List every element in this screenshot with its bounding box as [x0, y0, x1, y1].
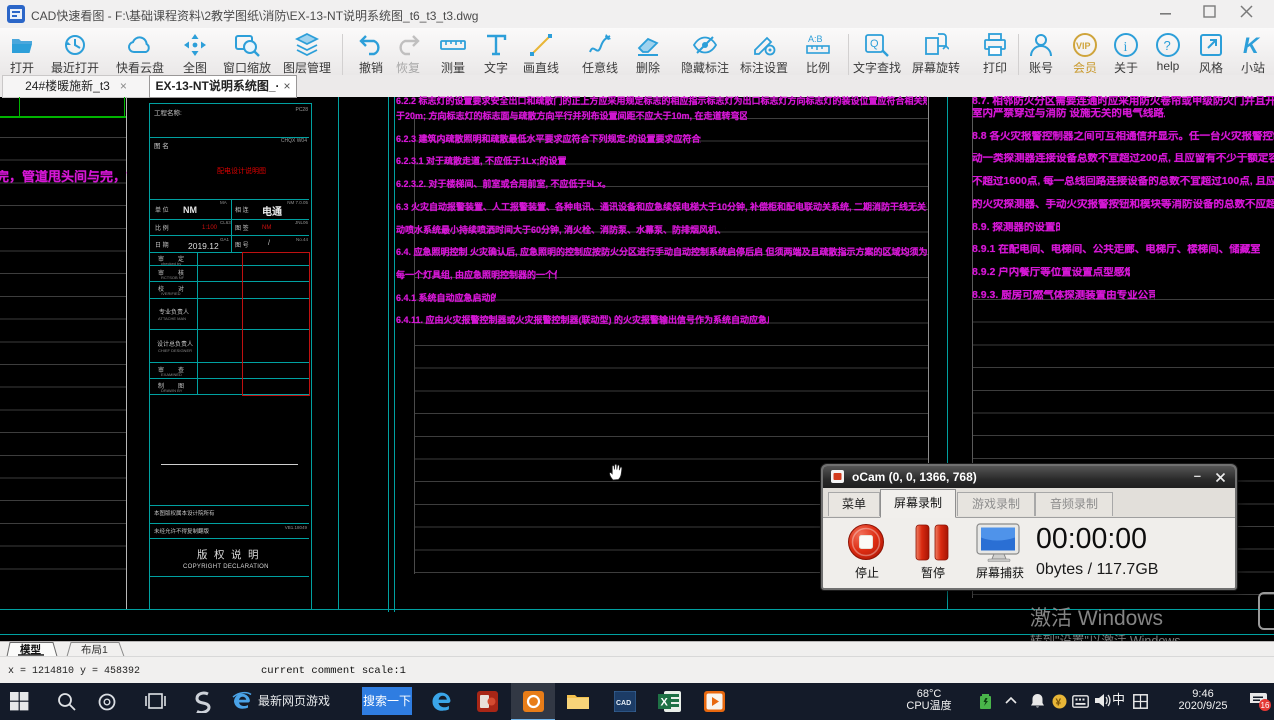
svg-text:A:B: A:B — [808, 34, 823, 44]
svg-text:¥: ¥ — [1056, 698, 1062, 709]
svg-text:VIP: VIP — [1076, 41, 1091, 51]
svg-text:16: 16 — [1261, 701, 1270, 710]
svg-text:CAD: CAD — [616, 700, 631, 707]
svg-text:X: X — [661, 697, 669, 709]
svg-text:模型: 模型 — [20, 643, 41, 656]
svg-text:i: i — [1124, 40, 1128, 55]
svg-text:?: ? — [1164, 38, 1171, 53]
svg-text:Q: Q — [870, 38, 879, 50]
svg-text:布局1: 布局1 — [81, 644, 108, 656]
svg-text:K: K — [1243, 33, 1261, 58]
